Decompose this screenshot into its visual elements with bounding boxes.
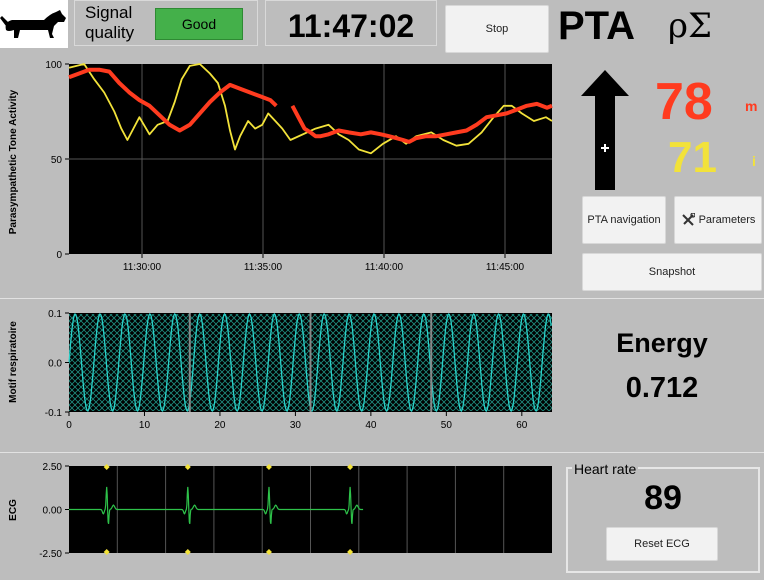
tools-icon bbox=[681, 213, 695, 226]
signal-quality-status: Good bbox=[155, 8, 243, 40]
divider-1 bbox=[0, 298, 764, 299]
pta-y-axis-label: Parasympathetic Tone Activity bbox=[8, 89, 19, 234]
pta-mean-unit: m bbox=[745, 98, 758, 114]
parameters-button-label: Parameters bbox=[698, 214, 756, 226]
pta-symbol: ρΣ bbox=[668, 6, 713, 46]
respiratory-x-tick-label: 40 bbox=[365, 420, 377, 431]
ecg-chart: 2.50 0.00 -2.50 ECG bbox=[8, 462, 552, 560]
pta-instant-unit: i bbox=[752, 153, 756, 169]
clock-panel: 11:47:02 bbox=[265, 0, 437, 46]
respiratory-x-tick-label: 30 bbox=[290, 420, 302, 431]
parameters-button[interactable]: Parameters bbox=[674, 196, 762, 244]
respiratory-y-tick-label: -0.1 bbox=[45, 408, 63, 419]
respiratory-x-tick-label: 0 bbox=[66, 420, 72, 431]
snapshot-button[interactable]: Snapshot bbox=[582, 253, 762, 291]
respiratory-y-axis-label: Motif respiratoire bbox=[8, 321, 19, 403]
stop-button[interactable]: Stop bbox=[445, 5, 549, 53]
respiratory-y-tick-label: 0.1 bbox=[48, 309, 62, 320]
dachshund-dog-icon bbox=[0, 10, 66, 38]
pta-y-tick-label: 0 bbox=[56, 250, 62, 261]
clock: 11:47:02 bbox=[287, 8, 415, 44]
respiratory-x-tick-label: 10 bbox=[139, 420, 151, 431]
pta-chart-area: 100 50 0 11:30:00 11:35:00 11:40:00 11:45:00 P… bbox=[0, 56, 560, 296]
pta-x-tick-label: 11:40:00 bbox=[365, 262, 404, 273]
reset-ecg-button[interactable]: Reset ECG bbox=[606, 527, 718, 561]
heart-rate-value: 89 bbox=[644, 479, 682, 517]
respiratory-chart-area: 0.1 0.0 -0.1 0 10 20 30 40 50 60 Motif respiratoi… bbox=[0, 300, 560, 450]
pta-chart: 100 50 0 11:30:00 11:35:00 11:40:00 11:45:00 P… bbox=[8, 60, 553, 273]
arrow-up-icon bbox=[581, 70, 629, 190]
energy-label: Energy bbox=[616, 328, 708, 358]
divider-2 bbox=[0, 452, 764, 453]
respiratory-y-tick-label: 0.0 bbox=[48, 359, 62, 370]
ecg-y-tick-label: 2.50 bbox=[43, 462, 63, 473]
respiratory-x-tick-label: 60 bbox=[516, 420, 528, 431]
respiratory-x-tick-label: 50 bbox=[441, 420, 453, 431]
respiratory-x-tick-label: 20 bbox=[214, 420, 226, 431]
pta-mean-value: 78 bbox=[655, 73, 713, 131]
energy-value: 0.712 bbox=[625, 372, 699, 404]
ecg-y-tick-label: -2.50 bbox=[39, 549, 62, 560]
pta-y-tick-label: 100 bbox=[45, 60, 62, 71]
pta-x-tick-label: 11:35:00 bbox=[244, 262, 283, 273]
app-logo bbox=[0, 0, 68, 48]
ecg-y-tick-label: 0.00 bbox=[43, 506, 63, 517]
pta-navigation-button[interactable]: PTA navigation bbox=[582, 196, 666, 244]
signal-quality-label: Signal quality bbox=[85, 3, 135, 42]
pta-x-tick-label: 11:45:00 bbox=[486, 262, 525, 273]
signal-quality-panel: Signal quality Good bbox=[74, 0, 258, 46]
pta-instant-value: 71 bbox=[668, 133, 717, 182]
pta-x-tick-label: 11:30:00 bbox=[123, 262, 162, 273]
ecg-chart-area: 2.50 0.00 -2.50 ECG bbox=[0, 456, 560, 575]
respiratory-chart: 0.1 0.0 -0.10 10 20 30 40 50 60 Motif respiratoi… bbox=[8, 309, 552, 431]
ecg-y-axis-label: ECG bbox=[8, 499, 19, 521]
pta-title: PTA bbox=[558, 4, 636, 48]
heart-rate-panel: Heart rate 89 Reset ECG bbox=[566, 461, 760, 573]
pta-y-tick-label: 50 bbox=[51, 155, 63, 166]
heart-rate-label: Heart rate bbox=[572, 461, 639, 477]
